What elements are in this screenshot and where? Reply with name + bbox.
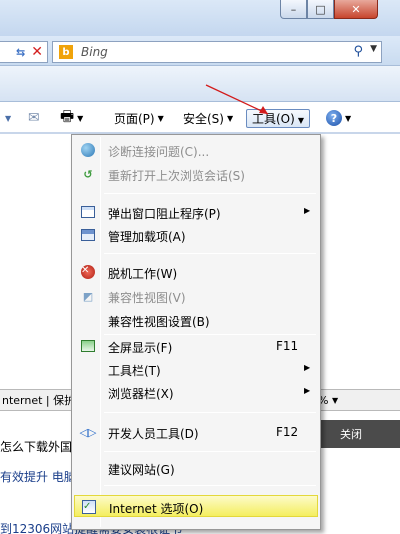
- window-controls: – □ ✕: [280, 0, 378, 19]
- menu-separator: [104, 193, 316, 194]
- search-dropdown-icon[interactable]: ▼: [370, 44, 377, 54]
- page-close-bar: 关闭: [310, 420, 400, 448]
- compat-view-icon: ◩: [82, 289, 94, 303]
- menu-item-toolbars[interactable]: 工具栏(T) ▶: [74, 358, 318, 380]
- feeds-dropdown-icon[interactable]: ▼: [2, 106, 11, 130]
- menu-item-explorer-bars[interactable]: 浏览器栏(X) ▶: [74, 381, 318, 403]
- ie-window: – □ ✕ ⇆ ✕ b Bing ⚲ ▼ ▼ ✉ 🖶 ▼ 页面(P) ▼ 安全(S)…: [0, 0, 400, 534]
- menu-separator: [104, 253, 316, 254]
- globe-icon: [80, 142, 96, 158]
- addons-icon: [80, 227, 96, 243]
- menu-separator: [104, 412, 316, 413]
- tools-menu: 诊断连接问题(C)... ↺ 重新打开上次浏览会话(S) 弹出窗口阻止程序(P)…: [71, 134, 321, 530]
- help-button[interactable]: ? ▼: [326, 106, 351, 130]
- menu-item-label: 弹出窗口阻止程序(P): [108, 207, 221, 221]
- page-link-1[interactable]: 怎么下载外国: [0, 438, 72, 455]
- safety-menu-button[interactable]: 安全(S) ▼: [183, 106, 233, 130]
- menu-item-label: 浏览器栏(X): [108, 387, 174, 401]
- fullscreen-icon: [80, 338, 96, 354]
- submenu-arrow-icon: ▶: [304, 386, 311, 395]
- page-dropdown-icon: ▼: [157, 113, 164, 123]
- print-icon[interactable]: 🖶 ▼: [60, 106, 83, 130]
- close-button[interactable]: ✕: [334, 0, 378, 19]
- bing-logo-icon: b: [59, 45, 73, 59]
- print-dropdown-icon[interactable]: ▼: [77, 114, 83, 123]
- offline-icon: ✕: [80, 264, 96, 280]
- help-dropdown-icon: ▼: [345, 113, 352, 123]
- safety-dropdown-icon: ▼: [226, 113, 234, 123]
- menu-item-label: 重新打开上次浏览会话(S): [108, 169, 245, 183]
- address-row: ⇆ ✕ b Bing ⚲ ▼: [0, 36, 400, 66]
- minimize-button[interactable]: –: [280, 0, 307, 19]
- tools-label-text: 工具(O): [252, 111, 295, 126]
- menu-item-compat-view-settings[interactable]: 兼容性视图设置(B): [74, 309, 318, 331]
- internet-options-icon: ✓: [81, 499, 97, 515]
- page-link-2[interactable]: 有效提升 电脑: [0, 468, 76, 485]
- safety-menu-label: 安全(S): [183, 111, 224, 126]
- menu-separator: [104, 485, 316, 486]
- menu-item-internet-options[interactable]: ✓ Internet 选项(O): [74, 495, 318, 517]
- menu-item-label: 开发人员工具(D): [108, 427, 199, 441]
- menu-item-label: Internet 选项(O): [109, 502, 204, 516]
- page-menu-label: 页面(P): [114, 111, 155, 126]
- page-close-label[interactable]: 关闭: [340, 428, 362, 441]
- menu-item-label: 建议网站(G): [108, 463, 175, 477]
- menu-item-label: 兼容性视图(V): [108, 291, 186, 305]
- search-provider-label: Bing: [81, 45, 108, 59]
- tools-menu-label: 工具(O) ▼: [246, 108, 310, 128]
- maximize-button[interactable]: □: [307, 0, 334, 19]
- mail-icon[interactable]: ✉: [28, 106, 40, 130]
- tools-dropdown-icon: ▼: [297, 115, 304, 125]
- menu-item-suggested-sites[interactable]: 建议网站(G): [74, 457, 318, 479]
- submenu-arrow-icon: ▶: [304, 363, 311, 372]
- refresh-icon[interactable]: ⇆: [16, 46, 25, 59]
- page-menu-button[interactable]: 页面(P) ▼: [114, 106, 164, 130]
- menu-item-diagnose[interactable]: 诊断连接问题(C)...: [74, 139, 318, 161]
- developer-tools-icon: ◁▷: [79, 425, 97, 439]
- menu-item-label: 诊断连接问题(C)...: [108, 145, 210, 159]
- popup-blocker-icon: [80, 204, 96, 220]
- menu-item-manage-addons[interactable]: 管理加载项(A): [74, 224, 318, 246]
- menu-item-label: 全屏显示(F): [108, 341, 173, 355]
- menu-item-label: 管理加载项(A): [108, 230, 186, 244]
- menu-item-label: 脱机工作(W): [108, 267, 178, 281]
- menu-item-reopen-session[interactable]: ↺ 重新打开上次浏览会话(S): [74, 163, 318, 185]
- menu-item-fullscreen[interactable]: 全屏显示(F) F11: [74, 335, 318, 357]
- menu-separator: [104, 451, 316, 452]
- menu-item-label: 工具栏(T): [108, 364, 161, 378]
- command-bar-background: [0, 66, 400, 102]
- menu-item-shortcut: F12: [276, 425, 299, 439]
- address-bar-end: ⇆ ✕: [0, 41, 48, 63]
- menu-item-compat-view[interactable]: ◩ 兼容性视图(V): [74, 285, 318, 307]
- zoom-dropdown-icon[interactable]: ▼: [332, 396, 338, 405]
- menu-item-work-offline[interactable]: ✕ 脱机工作(W): [74, 261, 318, 283]
- menu-item-shortcut: F11: [276, 339, 299, 353]
- search-box[interactable]: b Bing ⚲ ▼: [52, 41, 382, 63]
- title-bar: – □ ✕: [0, 0, 400, 36]
- reopen-icon: ↺: [83, 167, 93, 181]
- menu-item-developer-tools[interactable]: ◁▷ 开发人员工具(D) F12: [74, 421, 318, 443]
- help-icon: ?: [326, 110, 342, 126]
- stop-icon[interactable]: ✕: [31, 44, 43, 60]
- tools-menu-button[interactable]: 工具(O) ▼: [246, 106, 310, 130]
- search-icon[interactable]: ⚲: [353, 44, 363, 59]
- submenu-arrow-icon: ▶: [304, 206, 311, 215]
- menu-item-popup-blocker[interactable]: 弹出窗口阻止程序(P) ▶: [74, 201, 318, 223]
- menu-item-label: 兼容性视图设置(B): [108, 315, 210, 329]
- status-zone: nternet | 保护: [2, 394, 76, 407]
